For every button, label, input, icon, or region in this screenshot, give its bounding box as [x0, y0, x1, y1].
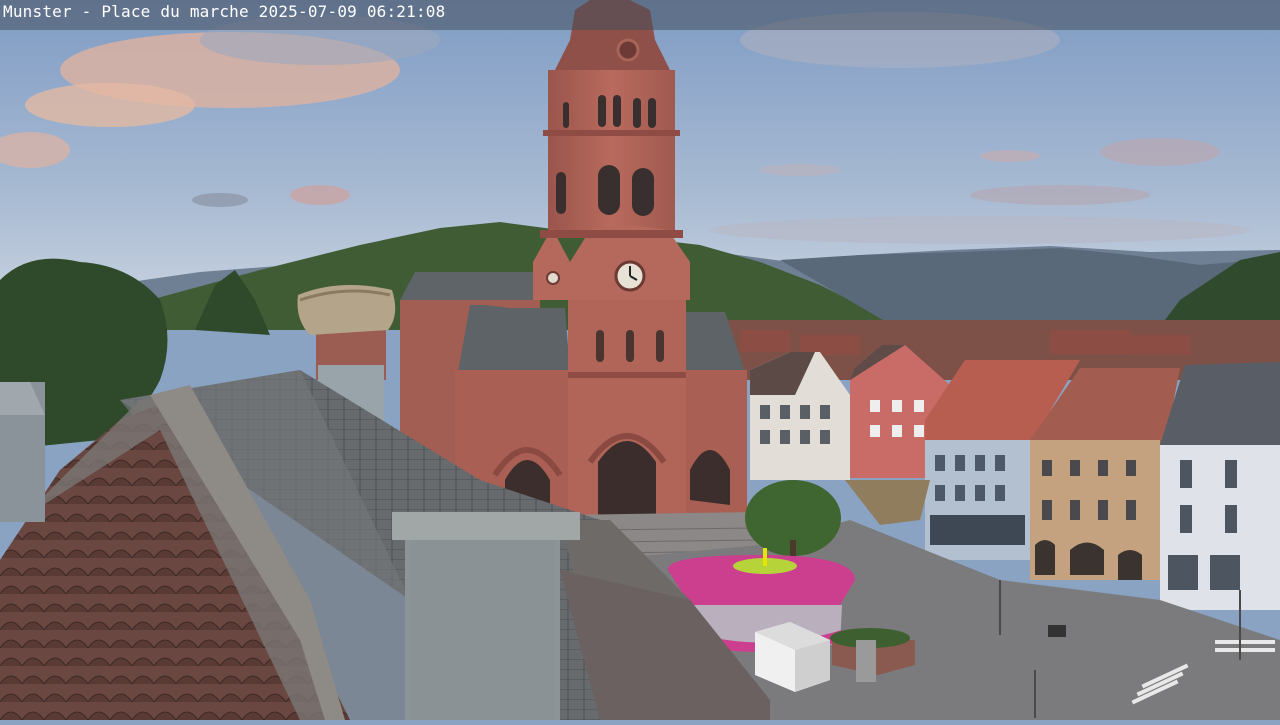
webcam-view — [0, 0, 1280, 720]
foreground-chimney — [392, 512, 580, 720]
church-roof-mid — [458, 305, 570, 372]
camera-overlay-bar: Munster - Place du marche 2025-07-09 06:… — [0, 0, 1280, 30]
building-white-right — [1160, 362, 1280, 610]
camera-caption: Munster - Place du marche 2025-07-09 06:… — [3, 2, 446, 21]
